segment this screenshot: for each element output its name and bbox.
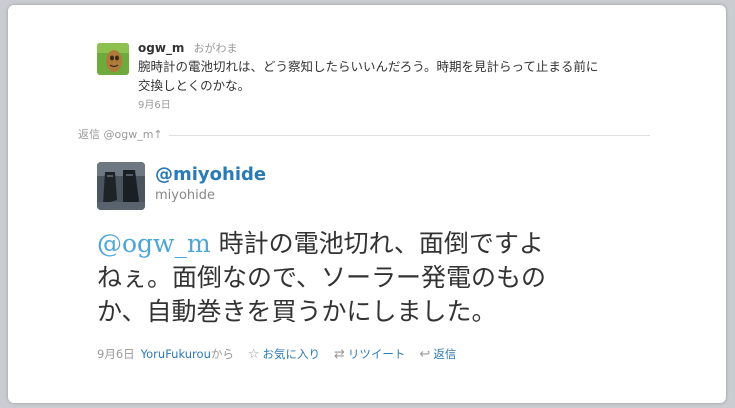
parent-body: ogw_m おがわま 腕時計の電池切れは、どう察知したらいいんだろう。時期を見計… [138, 37, 658, 111]
tweet-text-line3: か、自動巻きを買うかにしました。 [97, 297, 497, 326]
tweet-text-line1: @ogw_m 時計の電池切れ、面倒ですよ [97, 227, 637, 261]
tweet-text-line1-rest: 時計の電池切れ、面倒ですよ [210, 229, 544, 258]
reply-context-label: 返信 @ogw_m [78, 128, 154, 141]
reply-label: 返信 [433, 347, 457, 361]
parent-text-line2: 交換しとくのかな。 [138, 78, 251, 93]
boots-avatar-icon [97, 162, 145, 210]
parent-text-line1: 腕時計の電池切れは、どう察知したらいいんだろう。時期を見計らって止まる前に [138, 59, 599, 74]
tweet-meta: 9月6日 YoruFukurou から ☆ お気に入り ⇄ リツイート ↩ 返信 [97, 346, 456, 362]
favorite-label: お気に入り [262, 347, 321, 361]
tweet-text-line2: ねぇ。面倒なので、ソーラー発電のもの [97, 263, 547, 292]
parent-avatar[interactable] [97, 43, 129, 75]
parent-text: 腕時計の電池切れは、どう察知したらいいんだろう。時期を見計らって止まる前に 交換… [138, 57, 658, 95]
up-arrow-icon: ↑ [153, 128, 163, 141]
tweet-text: @ogw_m 時計の電池切れ、面倒ですよ ねぇ。面倒なので、ソーラー発電のもの … [97, 227, 637, 329]
reply-context[interactable]: 返信 @ogw_m↑ [72, 126, 169, 142]
tweet-handle[interactable]: @miyohide [155, 164, 266, 185]
tweet-source[interactable]: YoruFukurou [141, 347, 211, 361]
tweet-avatar[interactable] [97, 162, 145, 210]
star-icon: ☆ [247, 346, 260, 362]
reply-button[interactable]: ↩ 返信 [419, 346, 456, 362]
divider [90, 135, 650, 136]
parent-username[interactable]: ogw_m [138, 41, 184, 55]
retweet-label: リツイート [347, 347, 406, 361]
spoon-avatar-icon [97, 43, 129, 75]
tweet-display-name: miyohide [155, 188, 216, 203]
mention-link[interactable]: @ogw_m [97, 229, 211, 258]
parent-date[interactable]: 9月6日 [138, 96, 658, 111]
parent-display-name: おがわま [193, 42, 238, 55]
retweet-button[interactable]: ⇄ リツイート [334, 346, 405, 362]
tweet-date[interactable]: 9月6日 [97, 346, 135, 362]
tweet-source-suffix: から [210, 347, 234, 361]
reply-icon: ↩ [419, 346, 431, 362]
retweet-icon: ⇄ [334, 346, 345, 362]
favorite-button[interactable]: ☆ お気に入り [248, 346, 320, 362]
